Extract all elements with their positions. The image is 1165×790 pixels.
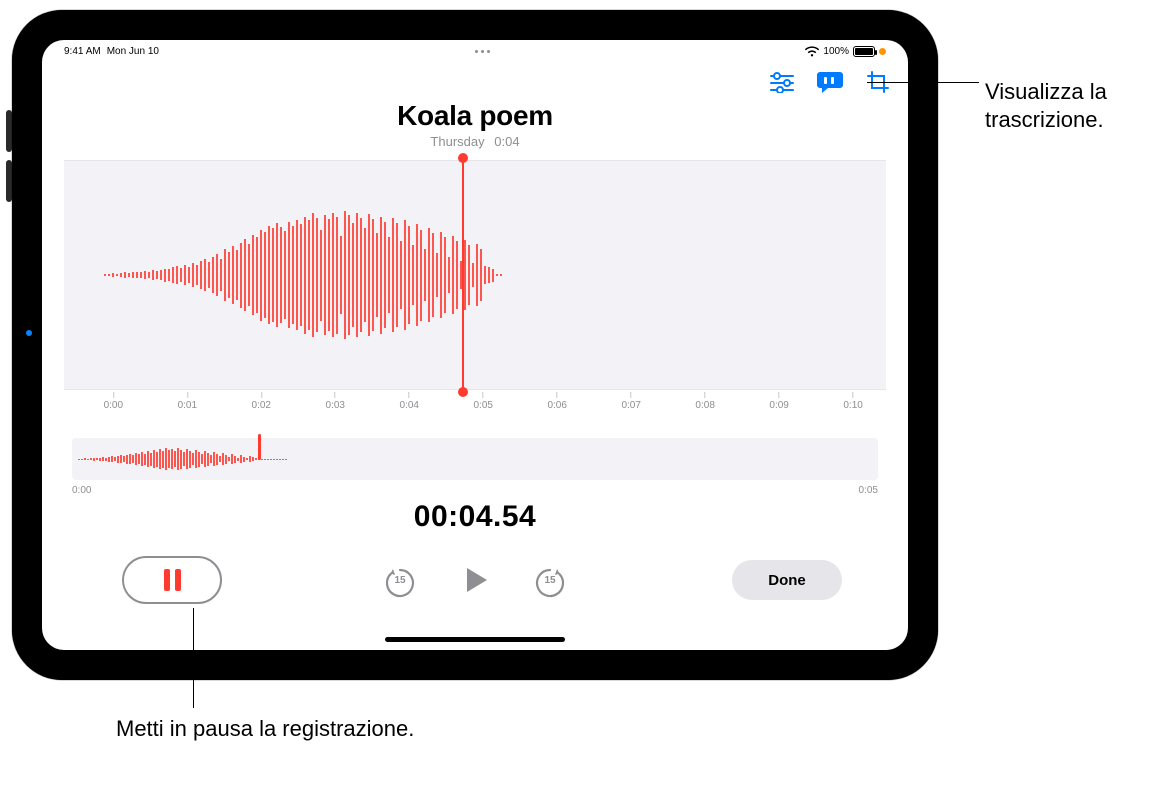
transcription-icon[interactable] — [816, 68, 844, 96]
done-label: Done — [768, 572, 806, 589]
multitask-dots[interactable] — [159, 50, 805, 53]
overview-start: 0:00 — [72, 485, 91, 496]
wifi-icon — [805, 46, 819, 57]
recording-duration: 0:04 — [494, 134, 519, 149]
callout-pause: Metti in pausa la registrazione. — [116, 715, 414, 743]
screen: 9:41 AM Mon Jun 10 100% — [42, 40, 908, 650]
skip-back-15-button[interactable]: 15 — [383, 566, 417, 600]
skip-back-label: 15 — [383, 575, 417, 586]
ruler-tick: 0:09 — [769, 392, 788, 411]
ipad-frame: 9:41 AM Mon Jun 10 100% — [12, 10, 938, 680]
skip-forward-15-button[interactable]: 15 — [533, 566, 567, 600]
mic-in-use-indicator — [879, 48, 886, 55]
overview-playhead[interactable] — [258, 434, 261, 460]
ruler-tick: 0:01 — [178, 392, 197, 411]
ruler-tick: 0:02 — [252, 392, 271, 411]
ruler-tick: 0:04 — [400, 392, 419, 411]
ruler-tick: 0:10 — [843, 392, 862, 411]
battery-icon — [853, 46, 875, 57]
ruler-tick: 0:00 — [104, 392, 123, 411]
waveform-overview[interactable]: 0:00 0:05 — [72, 438, 878, 480]
ruler-tick: 0:06 — [547, 392, 566, 411]
pause-button[interactable] — [122, 556, 222, 604]
ruler-tick: 0:03 — [326, 392, 345, 411]
done-button[interactable]: Done — [732, 560, 842, 600]
recording-title[interactable]: Koala poem — [42, 100, 908, 132]
playhead[interactable] — [462, 158, 464, 392]
callout-transcription: Visualizza la trascrizione. — [985, 78, 1165, 133]
waveform-main[interactable] — [64, 160, 886, 390]
ruler-tick: 0:05 — [473, 392, 492, 411]
skip-fwd-label: 15 — [533, 575, 567, 586]
callout-line — [867, 82, 979, 83]
time-ruler: 0:00 0:01 0:02 0:03 0:04 0:05 0:06 0:07 … — [64, 392, 886, 414]
recording-header: Koala poem Thursday 0:04 — [42, 100, 908, 149]
elapsed-timer: 00:04.54 — [42, 500, 908, 534]
callout-line — [193, 608, 194, 708]
play-button[interactable] — [459, 564, 491, 601]
side-indicator — [26, 330, 32, 336]
status-bar: 9:41 AM Mon Jun 10 100% — [42, 40, 908, 62]
home-indicator[interactable] — [385, 637, 565, 642]
sliders-icon[interactable] — [768, 68, 796, 96]
pause-icon — [164, 569, 181, 591]
status-time: 9:41 AM — [64, 46, 101, 57]
recording-day: Thursday — [430, 134, 484, 149]
ruler-tick: 0:07 — [621, 392, 640, 411]
ruler-tick: 0:08 — [695, 392, 714, 411]
overview-end: 0:05 — [859, 485, 878, 496]
status-date: Mon Jun 10 — [107, 46, 159, 57]
battery-pct: 100% — [823, 46, 849, 57]
